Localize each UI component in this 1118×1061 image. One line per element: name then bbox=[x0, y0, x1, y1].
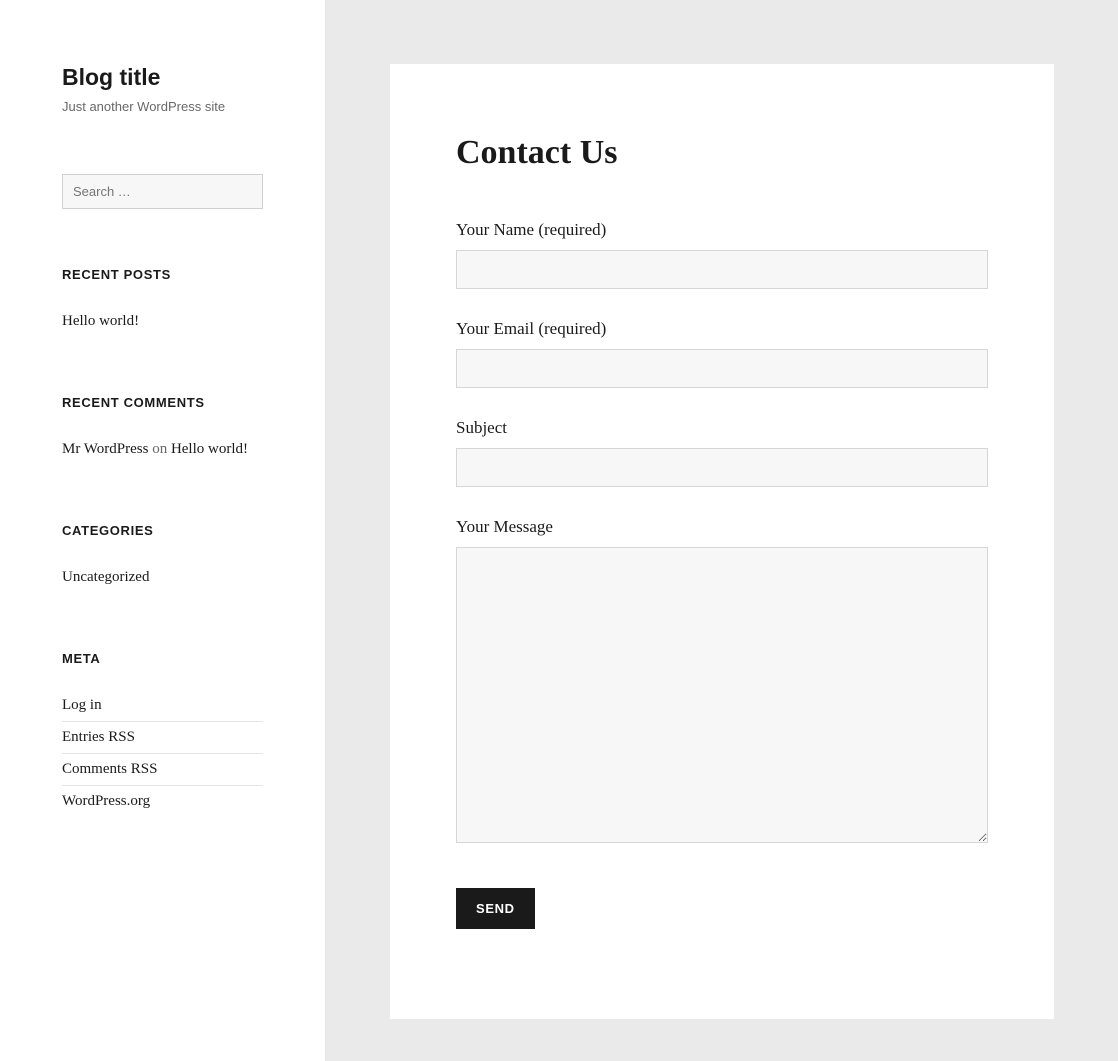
category-link[interactable]: Uncategorized bbox=[62, 569, 149, 585]
form-group-message: Your Message bbox=[456, 517, 988, 848]
categories-widget: CATEGORIES Uncategorized bbox=[62, 523, 263, 593]
email-label: Your Email (required) bbox=[456, 319, 988, 339]
form-group-name: Your Name (required) bbox=[456, 220, 988, 289]
recent-comments-heading: RECENT COMMENTS bbox=[62, 395, 263, 410]
meta-heading: META bbox=[62, 651, 263, 666]
main-area: Contact Us Your Name (required) Your Ema… bbox=[326, 0, 1118, 1061]
list-item: Comments RSS bbox=[62, 753, 263, 785]
categories-heading: CATEGORIES bbox=[62, 523, 263, 538]
message-textarea[interactable] bbox=[456, 547, 988, 843]
sidebar: Blog title Just another WordPress site R… bbox=[0, 0, 326, 1061]
comment-author-link[interactable]: Mr WordPress bbox=[62, 441, 148, 457]
recent-posts-heading: RECENT POSTS bbox=[62, 267, 263, 282]
name-input[interactable] bbox=[456, 250, 988, 289]
email-input[interactable] bbox=[456, 349, 988, 388]
message-label: Your Message bbox=[456, 517, 988, 537]
name-label: Your Name (required) bbox=[456, 220, 988, 240]
list-item: Hello world! bbox=[62, 306, 263, 337]
site-tagline: Just another WordPress site bbox=[62, 99, 263, 114]
meta-link-wordpress[interactable]: WordPress.org bbox=[62, 793, 150, 809]
comment-on-text: on bbox=[148, 441, 171, 457]
meta-link-entries-rss[interactable]: Entries RSS bbox=[62, 729, 135, 745]
comment-post-link[interactable]: Hello world! bbox=[171, 441, 248, 457]
list-item: Entries RSS bbox=[62, 721, 263, 753]
form-group-email: Your Email (required) bbox=[456, 319, 988, 388]
meta-link-comments-rss[interactable]: Comments RSS bbox=[62, 761, 157, 777]
form-group-subject: Subject bbox=[456, 418, 988, 487]
list-item: Mr WordPress on Hello world! bbox=[62, 434, 263, 465]
list-item: Log in bbox=[62, 690, 263, 721]
recent-posts-widget: RECENT POSTS Hello world! bbox=[62, 267, 263, 337]
search-input[interactable] bbox=[62, 174, 263, 209]
send-button[interactable]: Send bbox=[456, 888, 535, 929]
page-title: Contact Us bbox=[456, 134, 988, 172]
site-title[interactable]: Blog title bbox=[62, 64, 263, 91]
recent-comments-widget: RECENT COMMENTS Mr WordPress on Hello wo… bbox=[62, 395, 263, 465]
subject-label: Subject bbox=[456, 418, 988, 438]
list-item: WordPress.org bbox=[62, 785, 263, 817]
subject-input[interactable] bbox=[456, 448, 988, 487]
content-card: Contact Us Your Name (required) Your Ema… bbox=[390, 64, 1054, 1019]
list-item: Uncategorized bbox=[62, 562, 263, 593]
meta-widget: META Log in Entries RSS Comments RSS Wor… bbox=[62, 651, 263, 817]
meta-link-login[interactable]: Log in bbox=[62, 697, 102, 713]
recent-post-link[interactable]: Hello world! bbox=[62, 313, 139, 329]
